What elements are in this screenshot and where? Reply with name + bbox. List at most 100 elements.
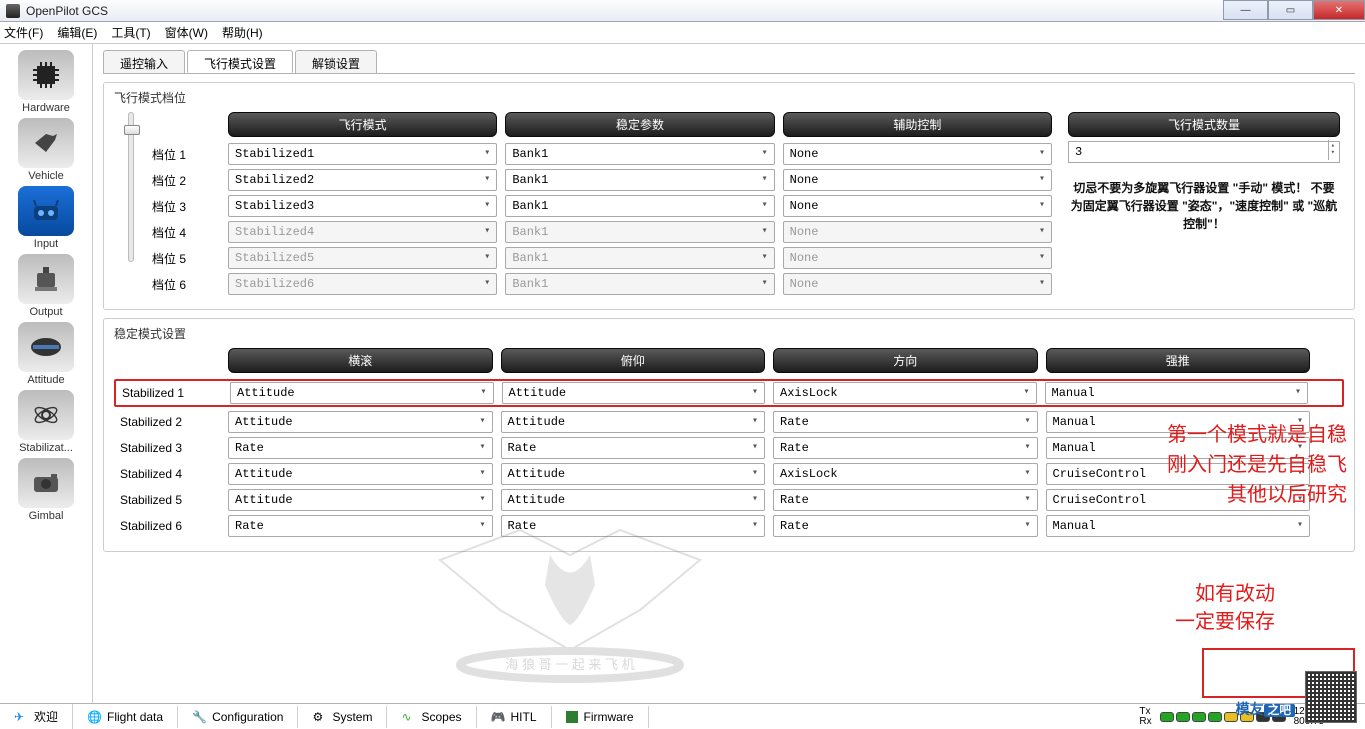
annotation-save: 如有改动 一定要保存 — [1175, 580, 1275, 636]
gyro-icon — [18, 390, 74, 440]
menu-bar: 文件(F) 编辑(E) 工具(T) 窗体(W) 帮助(H) — [0, 22, 1365, 44]
chip-icon — [18, 50, 74, 100]
roll-combo[interactable]: Rate — [228, 515, 493, 537]
flight-mode-combo[interactable]: Stabilized3 — [228, 195, 497, 217]
bottom-tab-scopes[interactable]: ∿Scopes — [387, 706, 476, 728]
bottom-tab-flightdata[interactable]: 🌐Flight data — [73, 706, 178, 728]
assist-combo: None — [783, 221, 1052, 243]
attitude-icon — [18, 322, 74, 372]
row-label: Stabilized 2 — [114, 415, 224, 429]
sidebar-item-attitude[interactable]: Attitude — [0, 322, 92, 386]
header-mode-count: 飞行模式数量 — [1068, 112, 1340, 137]
txrx-label: Tx Rx — [1139, 707, 1151, 727]
roll-combo[interactable]: Attitude — [228, 411, 493, 433]
bottom-tab-firmware[interactable]: Firmware — [552, 706, 649, 728]
menu-window[interactable]: 窗体(W) — [165, 24, 208, 41]
row-label: 档位 1 — [146, 146, 224, 163]
bottom-tab-system[interactable]: ⚙System — [298, 706, 387, 728]
header-stable-params: 稳定参数 — [505, 112, 774, 137]
minimize-button[interactable]: — — [1223, 0, 1268, 20]
flight-mode-combo: Stabilized5 — [228, 247, 497, 269]
menu-tools[interactable]: 工具(T) — [111, 24, 150, 41]
thrust-combo[interactable]: Manual — [1046, 515, 1311, 537]
yaw-combo[interactable]: Rate — [773, 515, 1038, 537]
pitch-combo[interactable]: Attitude — [502, 382, 766, 404]
stable-row: Stabilized 5AttitudeAttitudeRateCruiseCo… — [114, 489, 1344, 511]
pitch-combo[interactable]: Rate — [501, 515, 766, 537]
assist-combo[interactable]: None — [783, 143, 1052, 165]
stable-row: Stabilized 4AttitudeAttitudeAxisLockCrui… — [114, 463, 1344, 485]
mode-slider[interactable] — [128, 112, 134, 262]
header-yaw: 方向 — [773, 348, 1038, 373]
row-label: Stabilized 3 — [114, 441, 224, 455]
mode-count-spinner[interactable]: 3 — [1068, 141, 1340, 163]
sidebar-item-hardware[interactable]: Hardware — [0, 50, 92, 114]
row-label: 档位 4 — [146, 224, 224, 241]
yaw-combo[interactable]: Rate — [773, 437, 1038, 459]
stable-row: Stabilized 6 Rate Rate Rate Manual — [114, 515, 1344, 537]
warning-text: 切忌不要为多旋翼飞行器设置 "手动" 模式！ 不要为固定翼飞行器设置 "姿态"，… — [1064, 163, 1344, 249]
flight-mode-row: 档位 4Stabilized4Bank1None — [146, 221, 1056, 243]
tab-unlock[interactable]: 解锁设置 — [295, 50, 377, 73]
header-assist-ctrl: 辅助控制 — [783, 112, 1052, 137]
qr-code-icon — [1305, 671, 1357, 723]
roll-combo[interactable]: Attitude — [228, 463, 493, 485]
pitch-combo[interactable]: Rate — [501, 437, 766, 459]
bottom-tab-welcome[interactable]: ✈欢迎 — [0, 704, 73, 729]
camera-icon — [18, 458, 74, 508]
window-title: OpenPilot GCS — [26, 4, 108, 18]
bottom-tab-configuration[interactable]: 🔧Configuration — [178, 706, 298, 728]
roll-combo[interactable]: Attitude — [230, 382, 494, 404]
row-label: 档位 3 — [146, 198, 224, 215]
close-button[interactable]: ✕ — [1313, 0, 1365, 20]
row-label: 档位 5 — [146, 250, 224, 267]
header-roll: 横滚 — [228, 348, 493, 373]
bank-combo[interactable]: Bank1 — [505, 195, 774, 217]
row-label: Stabilized 6 — [114, 519, 224, 533]
flight-mode-row: 档位 2Stabilized2Bank1None — [146, 169, 1056, 191]
tab-flight-mode[interactable]: 飞行模式设置 — [187, 50, 293, 73]
radio-icon — [18, 186, 74, 236]
svg-text:海 狼 哥 一 起 来 飞 机: 海 狼 哥 一 起 来 飞 机 — [505, 657, 634, 672]
sidebar-item-output[interactable]: Output — [0, 254, 92, 318]
stable-row: Stabilized 3RateRateRateManual — [114, 437, 1344, 459]
yaw-combo[interactable]: Rate — [773, 411, 1038, 433]
flight-mode-combo: Stabilized4 — [228, 221, 497, 243]
bottom-tab-hitl[interactable]: 🎮HITL — [477, 706, 552, 728]
roll-combo[interactable]: Attitude — [228, 489, 493, 511]
pitch-combo[interactable]: Attitude — [501, 411, 766, 433]
assist-combo: None — [783, 273, 1052, 295]
roll-combo[interactable]: Rate — [228, 437, 493, 459]
menu-edit[interactable]: 编辑(E) — [57, 24, 97, 41]
sidebar-item-input[interactable]: Input — [0, 186, 92, 250]
sidebar: Hardware Vehicle Input Output Attitude S… — [0, 44, 93, 704]
bank-combo: Bank1 — [505, 247, 774, 269]
yaw-combo[interactable]: AxisLock — [773, 463, 1038, 485]
stable-mode-title: 稳定模式设置 — [114, 325, 1344, 342]
menu-file[interactable]: 文件(F) — [4, 24, 43, 41]
assist-combo[interactable]: None — [783, 195, 1052, 217]
sidebar-item-vehicle[interactable]: Vehicle — [0, 118, 92, 182]
sidebar-item-gimbal[interactable]: Gimbal — [0, 458, 92, 522]
chip-small-icon — [566, 711, 578, 723]
bank-combo[interactable]: Bank1 — [505, 169, 774, 191]
joystick-icon: 🎮 — [491, 710, 505, 724]
thrust-combo[interactable]: Manual — [1045, 382, 1309, 404]
assist-combo[interactable]: None — [783, 169, 1052, 191]
flight-mode-combo[interactable]: Stabilized2 — [228, 169, 497, 191]
scope-icon: ∿ — [401, 710, 415, 724]
yaw-combo[interactable]: AxisLock — [773, 382, 1037, 404]
slider-thumb-icon — [124, 125, 140, 135]
bank-combo[interactable]: Bank1 — [505, 143, 774, 165]
maximize-button[interactable]: ▭ — [1268, 0, 1313, 20]
flight-mode-combo[interactable]: Stabilized1 — [228, 143, 497, 165]
header-thrust: 强推 — [1046, 348, 1311, 373]
tab-remote-input[interactable]: 遥控输入 — [103, 50, 185, 73]
sidebar-item-stabilization[interactable]: Stabilizat... — [0, 390, 92, 454]
pitch-combo[interactable]: Attitude — [501, 489, 766, 511]
menu-help[interactable]: 帮助(H) — [222, 24, 263, 41]
pitch-combo[interactable]: Attitude — [501, 463, 766, 485]
yaw-combo[interactable]: Rate — [773, 489, 1038, 511]
flight-mode-group: 飞行模式档位 飞行模式 稳定参数 辅助控制 档位 1Stabilized1Ban… — [103, 82, 1355, 310]
stable-row: Stabilized 1AttitudeAttitudeAxisLockManu… — [114, 379, 1344, 407]
